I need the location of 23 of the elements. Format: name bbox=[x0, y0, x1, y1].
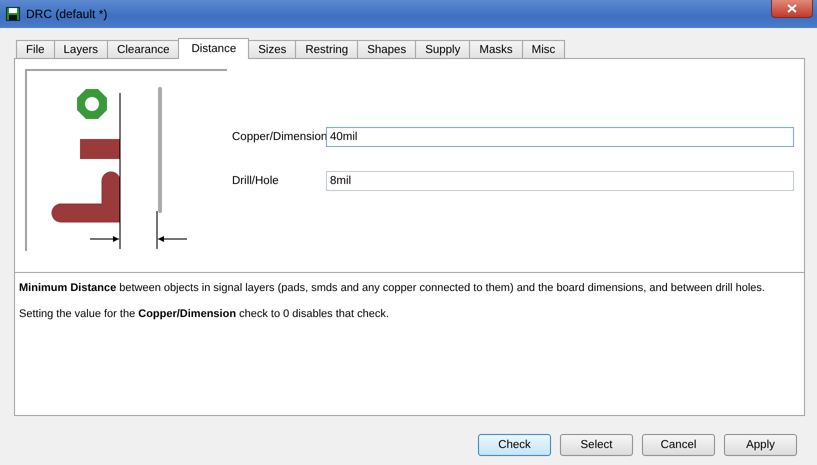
tab[interactable]: Clearance bbox=[107, 40, 180, 58]
input-field[interactable]: 40mil bbox=[326, 127, 794, 147]
dialog-button[interactable]: Check bbox=[478, 434, 551, 456]
window-title: DRC (default *) bbox=[26, 7, 108, 21]
tab[interactable]: File bbox=[16, 40, 55, 58]
field-label: Copper/Dimension bbox=[232, 131, 326, 143]
input-field[interactable]: 8mil bbox=[326, 171, 794, 191]
dialog-button[interactable]: Cancel bbox=[642, 434, 715, 456]
field-label: Drill/Hole bbox=[232, 175, 280, 187]
tab[interactable]: Supply bbox=[415, 40, 470, 58]
tab[interactable]: Shapes bbox=[357, 40, 416, 58]
tab[interactable]: Distance bbox=[178, 38, 250, 59]
dialog-button[interactable]: Select bbox=[560, 434, 633, 456]
description-text: Minimum Distance between objects in signal layers (pads, smds and any copper connected to them) and the board dimensions, and between drill holes. bbox=[19, 281, 766, 295]
tab[interactable]: Sizes bbox=[248, 40, 296, 58]
tab[interactable]: Layers bbox=[54, 40, 108, 58]
tab[interactable]: Restring bbox=[295, 40, 358, 58]
close-icon bbox=[787, 4, 797, 13]
close-button[interactable] bbox=[771, 0, 813, 18]
tab[interactable]: Misc bbox=[522, 40, 566, 58]
description-text: Setting the value for the Copper/Dimension check to 0 disables that check. bbox=[19, 307, 390, 321]
tab[interactable]: Masks bbox=[469, 40, 523, 58]
dialog-button[interactable]: Apply bbox=[724, 434, 797, 456]
